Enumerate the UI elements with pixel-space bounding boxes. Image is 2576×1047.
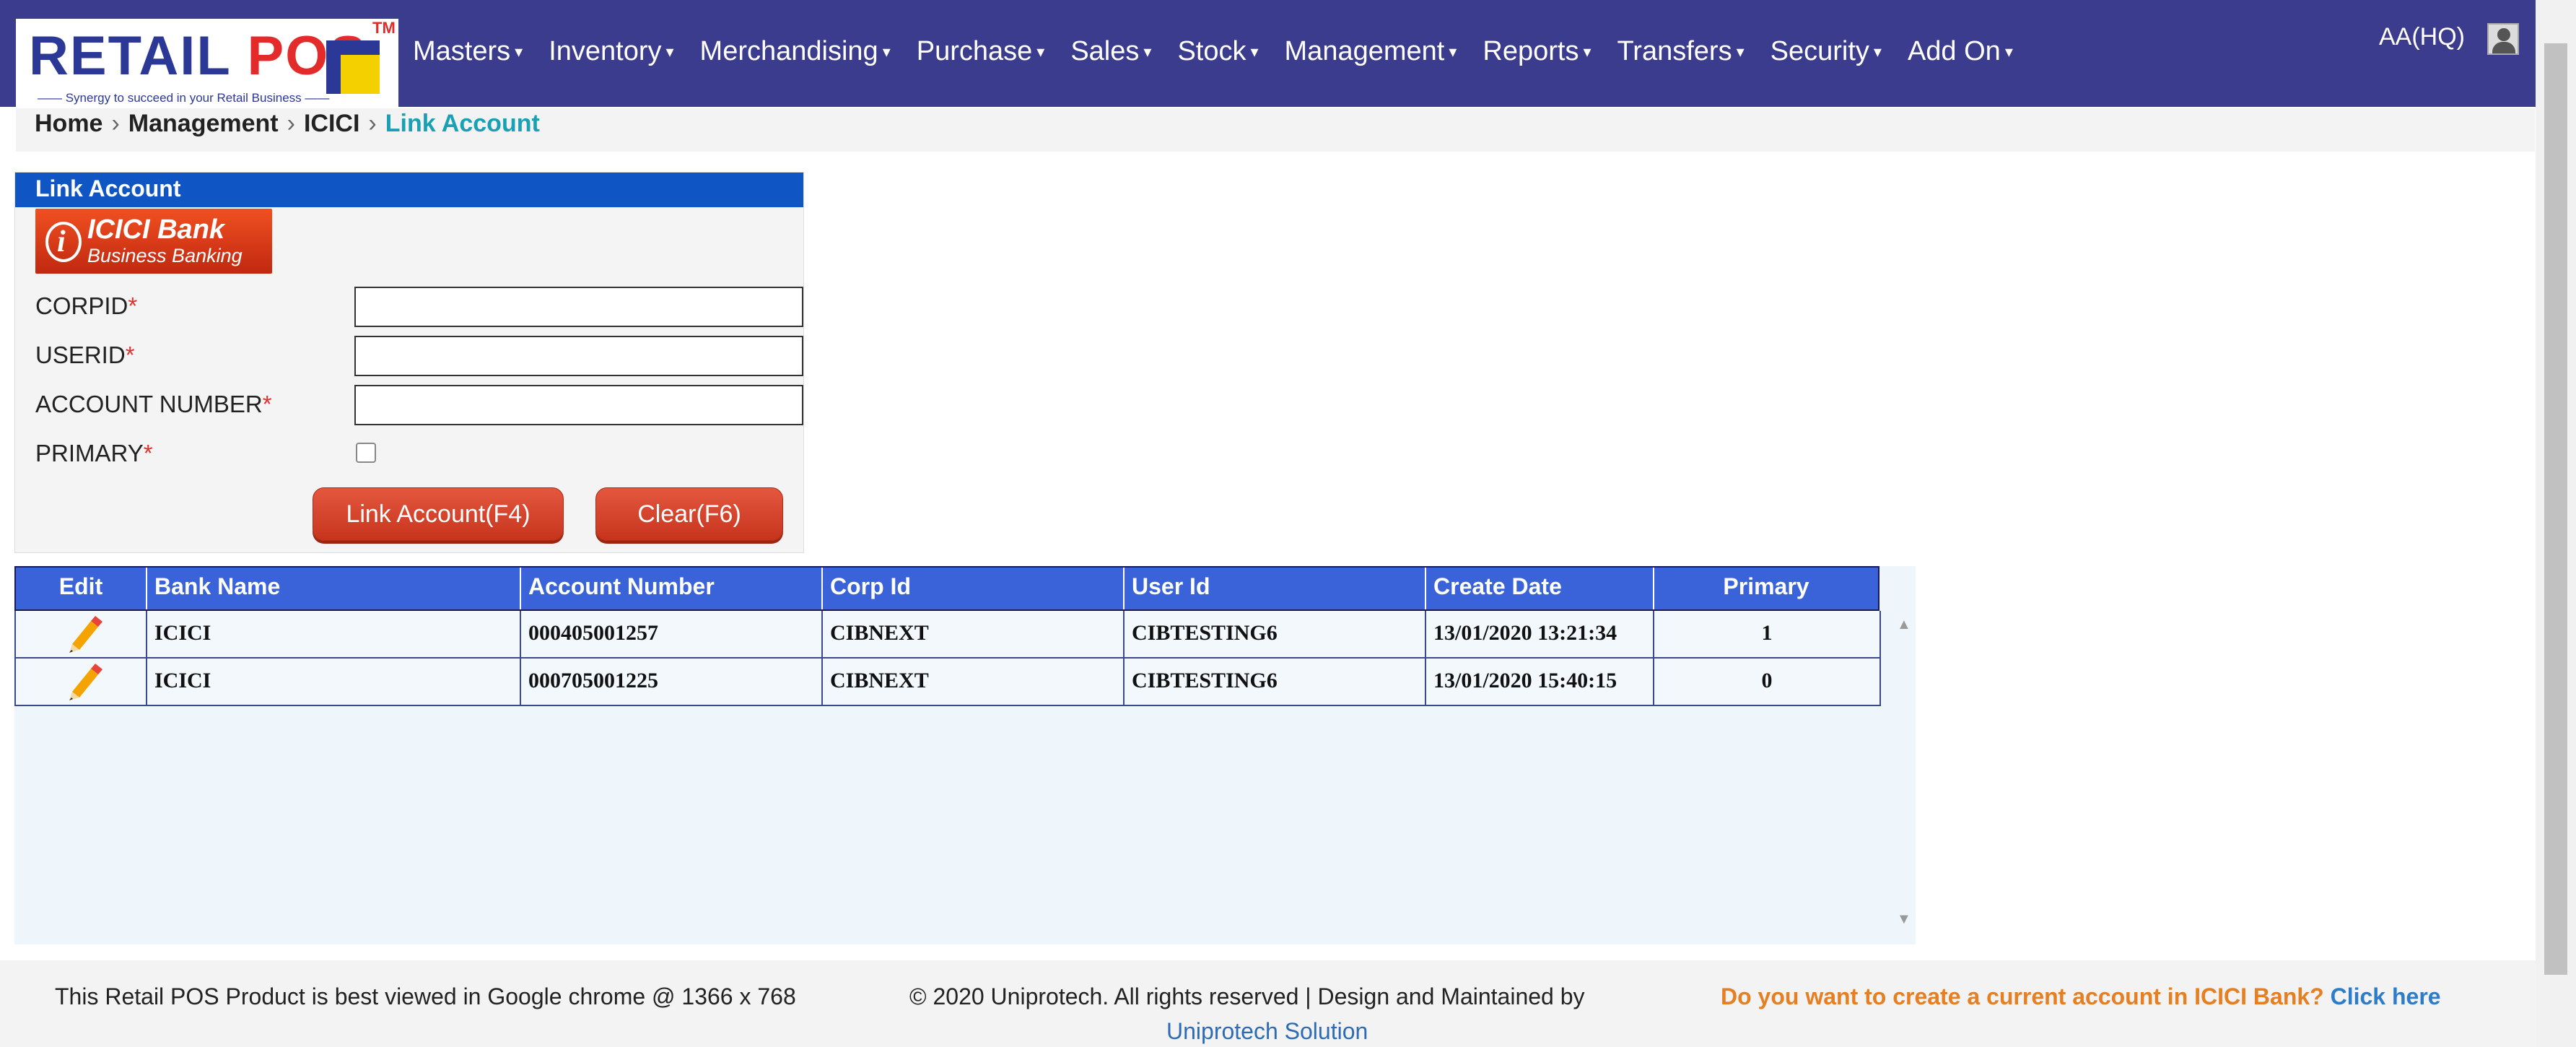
logo-wordmark: RETAIL POS xyxy=(29,29,367,84)
breadcrumb-home[interactable]: Home xyxy=(35,110,102,137)
breadcrumb-icici[interactable]: ICICI xyxy=(304,110,359,137)
grid-header: Edit Bank Name Account Number Corp Id Us… xyxy=(14,566,1879,611)
chevron-down-icon: ▾ xyxy=(1250,43,1259,61)
company-link[interactable]: Uniprotech Solution xyxy=(1166,1018,1368,1045)
menu-inventory[interactable]: Inventory ▾ xyxy=(549,36,673,67)
user-avatar-icon[interactable] xyxy=(2487,23,2519,55)
top-navbar: RETAIL POS TM —— Synergy to succeed in y… xyxy=(0,0,2536,108)
linked-accounts-grid: Edit Bank Name Account Number Corp Id Us… xyxy=(14,566,1916,944)
menu-security[interactable]: Security ▾ xyxy=(1771,36,1882,67)
account-number-cell: 000705001225 xyxy=(521,659,823,705)
menu-stock[interactable]: Stock ▾ xyxy=(1177,36,1258,67)
create-date-cell: 13/01/2020 13:21:34 xyxy=(1426,611,1654,657)
breadcrumb-link-account: Link Account xyxy=(385,110,540,137)
copyright-text: © 2020 Uniprotech. All rights reserved |… xyxy=(909,983,1585,1009)
menu-reports[interactable]: Reports ▾ xyxy=(1483,36,1591,67)
corpid-row: CORPID* xyxy=(35,287,803,327)
corp-id-cell: CIBNEXT xyxy=(823,611,1125,657)
account-number-label: ACCOUNT NUMBER* xyxy=(35,391,272,417)
chevron-down-icon: ▾ xyxy=(1143,43,1152,61)
create-date-cell: 13/01/2020 15:40:15 xyxy=(1426,659,1654,705)
corpid-label: CORPID* xyxy=(35,292,138,319)
logo-square-icon xyxy=(326,40,380,94)
account-number-row: ACCOUNT NUMBER* xyxy=(35,385,803,425)
panel-title: Link Account xyxy=(15,173,803,207)
pencil-edit-icon[interactable] xyxy=(62,614,104,656)
browser-note: This Retail POS Product is best viewed i… xyxy=(55,983,796,1009)
page-scrollbar-thumb[interactable] xyxy=(2544,43,2567,975)
menu-merchandising[interactable]: Merchandising ▾ xyxy=(700,36,891,67)
bank-name-cell: ICICI xyxy=(147,611,521,657)
chevron-down-icon: ▾ xyxy=(665,43,674,61)
chevron-down-icon: ▾ xyxy=(1873,43,1882,61)
main-menu: Masters ▾ Inventory ▾ Merchandising ▾ Purch… xyxy=(413,36,2039,67)
col-bank-name[interactable]: Bank Name xyxy=(147,568,521,609)
link-account-button[interactable]: Link Account(F4) xyxy=(313,487,564,541)
menu-sales[interactable]: Sales ▾ xyxy=(1070,36,1151,67)
scroll-up-icon[interactable]: ▲ xyxy=(1897,617,1911,633)
icici-logo-letter: i xyxy=(57,225,66,259)
account-number-input[interactable] xyxy=(354,385,803,425)
grid-scrollbar[interactable]: ▲ ▼ xyxy=(1891,612,1916,944)
menu-masters[interactable]: Masters ▾ xyxy=(413,36,523,67)
footer: This Retail POS Product is best viewed i… xyxy=(0,960,2536,1047)
col-create-date[interactable]: Create Date xyxy=(1426,568,1654,609)
table-row[interactable]: ICICI 000405001257 CIBNEXT CIBTESTING6 1… xyxy=(14,611,1881,659)
col-primary[interactable]: Primary xyxy=(1654,568,1878,609)
click-here-link[interactable]: Click here xyxy=(2331,983,2441,1009)
pencil-edit-icon[interactable] xyxy=(62,661,104,703)
bank-name-cell: ICICI xyxy=(147,659,521,705)
icici-bank-logo: i ICICI Bank Business Banking xyxy=(35,209,272,274)
logo-trademark: TM xyxy=(372,19,396,37)
corp-id-cell: CIBNEXT xyxy=(823,659,1125,705)
primary-cell: 1 xyxy=(1761,621,1773,645)
breadcrumb-management[interactable]: Management xyxy=(128,110,279,137)
account-number-cell: 000405001257 xyxy=(521,611,823,657)
table-row[interactable]: ICICI 000705001225 CIBNEXT CIBTESTING6 1… xyxy=(14,659,1881,706)
col-account-number[interactable]: Account Number xyxy=(521,568,823,609)
userid-input[interactable] xyxy=(354,336,803,376)
corpid-input[interactable] xyxy=(354,287,803,327)
userid-row: USERID* xyxy=(35,336,803,376)
chevron-down-icon: ▾ xyxy=(2004,43,2013,61)
primary-cell: 0 xyxy=(1761,669,1773,692)
primary-checkbox[interactable] xyxy=(356,443,376,463)
logo-word-retail: RETAIL xyxy=(29,25,231,87)
icici-logo-line2: Business Banking xyxy=(87,245,243,266)
breadcrumb-separator: › xyxy=(111,110,120,137)
breadcrumb: Home › Management › ICICI › Link Account xyxy=(16,108,2535,152)
breadcrumb-separator: › xyxy=(287,110,295,137)
chevron-down-icon: ▾ xyxy=(1583,43,1592,61)
col-user-id[interactable]: User Id xyxy=(1125,568,1426,609)
retail-pos-logo[interactable]: RETAIL POS TM —— Synergy to succeed in y… xyxy=(16,19,398,108)
menu-management[interactable]: Management ▾ xyxy=(1285,36,1457,67)
breadcrumb-separator: › xyxy=(368,110,377,137)
link-account-panel: Link Account i ICICI Bank Business Banki… xyxy=(14,172,804,553)
edit-cell xyxy=(16,659,147,705)
col-edit[interactable]: Edit xyxy=(16,568,147,609)
chevron-down-icon: ▾ xyxy=(1449,43,1457,61)
page-scrollbar[interactable] xyxy=(2536,0,2576,1047)
chevron-down-icon: ▾ xyxy=(1036,43,1045,61)
user-name[interactable]: AA(HQ) xyxy=(2379,23,2465,51)
promo-text: Do you want to create a current account … xyxy=(1721,983,2441,1009)
edit-cell xyxy=(16,611,147,657)
icici-logo-line1: ICICI Bank xyxy=(87,214,225,245)
userid-label: USERID* xyxy=(35,342,135,368)
chevron-down-icon: ▾ xyxy=(882,43,891,61)
chevron-down-icon: ▾ xyxy=(1736,43,1745,61)
primary-label: PRIMARY* xyxy=(35,440,153,466)
menu-transfers[interactable]: Transfers ▾ xyxy=(1617,36,1745,67)
col-corp-id[interactable]: Corp Id xyxy=(823,568,1125,609)
primary-row: PRIMARY* xyxy=(35,434,793,474)
user-id-cell: CIBTESTING6 xyxy=(1125,659,1426,705)
chevron-down-icon: ▾ xyxy=(515,43,523,61)
menu-add-on[interactable]: Add On ▾ xyxy=(1908,36,2013,67)
user-id-cell: CIBTESTING6 xyxy=(1125,611,1426,657)
scroll-down-icon[interactable]: ▼ xyxy=(1897,911,1911,928)
logo-tagline: —— Synergy to succeed in your Retail Bus… xyxy=(38,91,330,105)
menu-purchase[interactable]: Purchase ▾ xyxy=(917,36,1045,67)
clear-button[interactable]: Clear(F6) xyxy=(595,487,783,541)
